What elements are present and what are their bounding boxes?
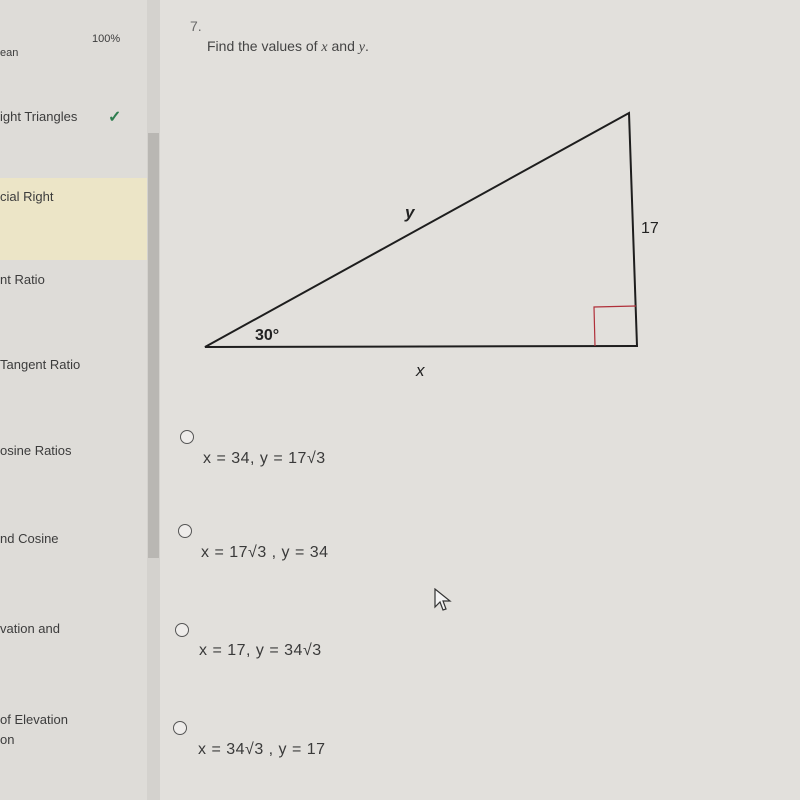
hypotenuse-label: y (404, 203, 416, 222)
triangle-outline (204, 111, 639, 348)
choice-text[interactable]: x = 17, y = 34√3 (199, 642, 322, 660)
right-angle-marker (593, 305, 637, 347)
angle-label: 30° (255, 327, 279, 344)
base-label: x (415, 361, 425, 380)
choice-text[interactable]: x = 34, y = 17√3 (203, 450, 326, 468)
triangle-figure: 30° y 17 x (204, 111, 659, 380)
radio-button[interactable] (175, 623, 189, 637)
choice-text[interactable]: x = 17√3 , y = 34 (201, 544, 329, 562)
radio-button[interactable] (180, 430, 194, 444)
radio-button[interactable] (178, 524, 192, 538)
mouse-cursor-icon (434, 588, 452, 611)
choice-text[interactable]: x = 34√3 , y = 17 (198, 741, 326, 759)
radio-button[interactable] (173, 721, 187, 735)
leg-label: 17 (641, 220, 659, 237)
